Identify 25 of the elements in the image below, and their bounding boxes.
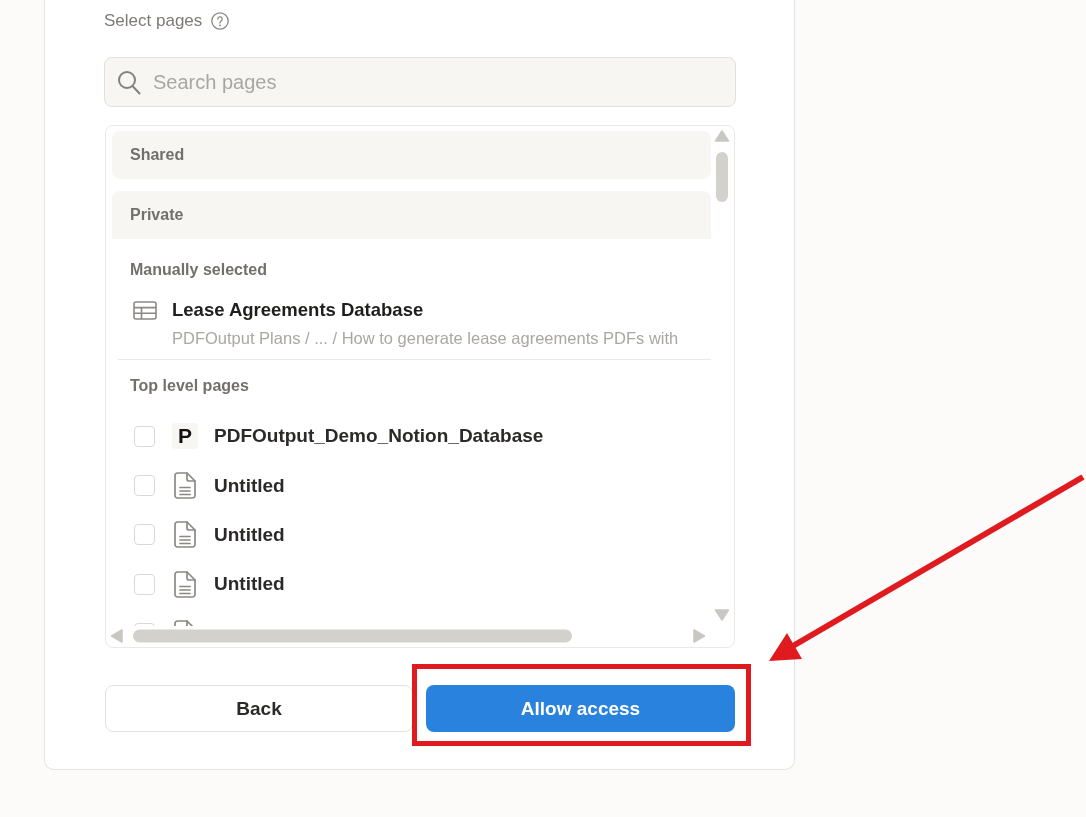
page-title: Lease Agreements Database — [172, 299, 424, 321]
checkbox[interactable] — [134, 524, 155, 546]
page-title[interactable]: Untitled — [214, 474, 285, 497]
primary-button[interactable]: Allow access — [426, 685, 735, 732]
page-title[interactable]: PDFOutput_Demo_Notion_Database — [214, 425, 544, 448]
page-title[interactable]: Untitled — [214, 523, 285, 546]
letter-icon: P — [172, 423, 198, 450]
document-icon — [174, 472, 196, 500]
table-icon — [133, 301, 157, 320]
document-icon — [174, 570, 196, 598]
checkbox[interactable] — [134, 573, 155, 595]
document-icon — [174, 521, 196, 549]
help-icon[interactable] — [211, 12, 230, 30]
section-heading: Manually selected — [129, 260, 267, 280]
section-heading: Top level pages — [129, 376, 249, 396]
page-path: PDFOutput Plans / ... / How to generate lease agreements PDFs with — [172, 328, 679, 348]
section-label: Select pages — [104, 11, 203, 31]
checkbox[interactable] — [134, 425, 155, 447]
secondary-button[interactable]: Back — [105, 685, 413, 732]
group-header[interactable]: Shared — [112, 131, 711, 179]
search-field[interactable]: Search pages — [104, 57, 736, 107]
group-header[interactable]: Private — [112, 191, 711, 239]
search-icon — [117, 70, 141, 95]
page-title[interactable]: Untitled — [214, 573, 285, 596]
checkbox[interactable] — [134, 475, 155, 497]
